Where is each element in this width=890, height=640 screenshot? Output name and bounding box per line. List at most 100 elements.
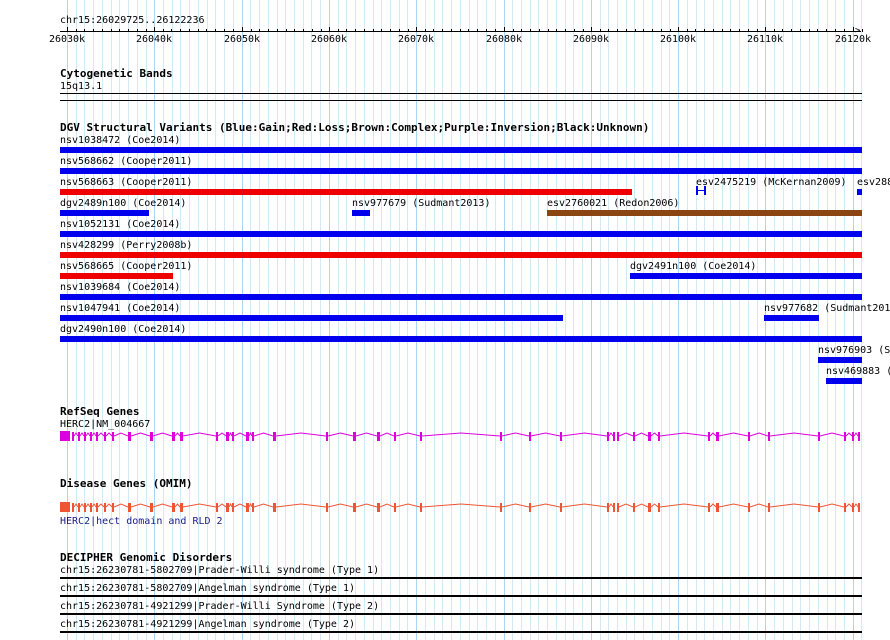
dgv-feature-bar[interactable] xyxy=(352,210,370,216)
gene-exon[interactable] xyxy=(716,502,719,512)
gene-exon[interactable] xyxy=(150,431,153,441)
dgv-feature-bar[interactable] xyxy=(826,378,862,384)
gene-exon[interactable] xyxy=(768,431,770,441)
gene-exon[interactable] xyxy=(818,502,820,512)
dgv-feature-bar[interactable] xyxy=(60,210,149,216)
gene-exon[interactable] xyxy=(613,502,615,512)
gene-exon[interactable] xyxy=(128,431,131,441)
gene-exon[interactable] xyxy=(353,431,356,441)
dgv-feature-label[interactable]: dgv2490n100 (Coe2014) xyxy=(60,324,186,335)
gene-exon[interactable] xyxy=(232,431,234,441)
decipher-item-label[interactable]: chr15:26230781-5802709|Prader-Willi synd… xyxy=(60,565,379,576)
dgv-feature-label[interactable]: nsv977682 (Sudmant201 xyxy=(764,303,890,314)
gene-exon[interactable] xyxy=(500,431,502,441)
gene-exon[interactable] xyxy=(377,431,380,441)
refseq-gene-model[interactable] xyxy=(0,428,890,444)
gene-exon[interactable] xyxy=(150,502,153,512)
dgv-feature-label[interactable]: esv2475219 (McKernan2009) xyxy=(696,177,847,188)
gene-exon[interactable] xyxy=(420,431,422,441)
decipher-item-label[interactable]: chr15:26230781-5802709|Angelman syndrome… xyxy=(60,583,355,594)
dgv-feature-bar[interactable] xyxy=(60,294,862,300)
gene-exon[interactable] xyxy=(633,431,635,441)
gene-exon[interactable] xyxy=(72,431,74,441)
gene-exon[interactable] xyxy=(246,431,249,441)
gene-exon[interactable] xyxy=(273,431,276,441)
gene-exon[interactable] xyxy=(172,502,175,512)
gene-exon[interactable] xyxy=(326,431,328,441)
gene-exon[interactable] xyxy=(112,431,114,441)
gene-exon[interactable] xyxy=(648,502,651,512)
gene-exon[interactable] xyxy=(617,431,619,441)
gene-exon[interactable] xyxy=(607,502,609,512)
dgv-feature-bar[interactable] xyxy=(60,168,862,174)
dgv-feature-label[interactable]: nsv976903 (S xyxy=(818,345,890,356)
dgv-feature-bar[interactable] xyxy=(60,189,632,195)
gene-exon[interactable] xyxy=(72,502,74,512)
gene-exon[interactable] xyxy=(529,431,531,441)
gene-exon[interactable] xyxy=(60,431,70,441)
gene-exon[interactable] xyxy=(172,431,175,441)
decipher-item-bar[interactable] xyxy=(60,631,862,633)
dgv-feature-label[interactable]: nsv568662 (Cooper2011) xyxy=(60,156,192,167)
gene-exon[interactable] xyxy=(658,431,660,441)
gene-exon[interactable] xyxy=(858,431,860,441)
gene-exon[interactable] xyxy=(613,431,615,441)
dgv-feature-label[interactable]: nsv1039684 (Coe2014) xyxy=(60,282,180,293)
gene-exon[interactable] xyxy=(96,502,98,512)
gene-exon[interactable] xyxy=(84,431,86,441)
gene-exon[interactable] xyxy=(377,502,380,512)
gene-exon[interactable] xyxy=(180,502,183,512)
gene-exon[interactable] xyxy=(633,502,635,512)
gene-exon[interactable] xyxy=(78,502,80,512)
gene-exon[interactable] xyxy=(529,502,531,512)
gene-exon[interactable] xyxy=(607,431,609,441)
gene-exon[interactable] xyxy=(716,431,719,441)
gene-exon[interactable] xyxy=(394,431,396,441)
gene-exon[interactable] xyxy=(226,502,229,512)
dgv-feature-bar[interactable] xyxy=(60,252,862,258)
cytoband-label[interactable]: 15q13.1 xyxy=(60,81,102,92)
gene-exon[interactable] xyxy=(560,502,562,512)
gene-exon[interactable] xyxy=(180,431,183,441)
dgv-feature-label[interactable]: nsv428299 (Perry2008b) xyxy=(60,240,192,251)
dgv-feature-label[interactable]: esv2760021 (Redon2006) xyxy=(547,198,679,209)
gene-exon[interactable] xyxy=(748,502,750,512)
gene-exon[interactable] xyxy=(252,431,254,441)
gene-exon[interactable] xyxy=(648,431,651,441)
gene-exon[interactable] xyxy=(216,431,218,441)
gene-exon[interactable] xyxy=(708,431,710,441)
gene-exon[interactable] xyxy=(617,502,619,512)
gene-exon[interactable] xyxy=(353,502,356,512)
dgv-feature-bar[interactable] xyxy=(630,273,862,279)
omim-gene-label[interactable]: HERC2|hect domain and RLD 2 xyxy=(60,516,223,527)
gene-exon[interactable] xyxy=(112,502,114,512)
dgv-feature-label[interactable]: nsv1038472 (Coe2014) xyxy=(60,135,180,146)
gene-exon[interactable] xyxy=(852,502,854,512)
dgv-feature-label[interactable]: nsv568665 (Cooper2011) xyxy=(60,261,192,272)
gene-exon[interactable] xyxy=(394,502,396,512)
decipher-item-bar[interactable] xyxy=(60,595,862,597)
gene-exon[interactable] xyxy=(748,431,750,441)
dgv-feature-label[interactable]: nsv977679 (Sudmant2013) xyxy=(352,198,490,209)
gene-exon[interactable] xyxy=(246,502,249,512)
gene-exon[interactable] xyxy=(658,502,660,512)
dgv-feature-bracket[interactable] xyxy=(696,186,706,195)
gene-exon[interactable] xyxy=(232,502,234,512)
gene-exon[interactable] xyxy=(768,502,770,512)
dgv-feature-bar[interactable] xyxy=(60,315,563,321)
gene-exon[interactable] xyxy=(90,431,92,441)
gene-exon[interactable] xyxy=(226,431,229,441)
gene-exon[interactable] xyxy=(60,502,70,512)
gene-exon[interactable] xyxy=(852,431,854,441)
gene-exon[interactable] xyxy=(326,502,328,512)
dgv-feature-label[interactable]: nsv469883 ( xyxy=(826,366,890,377)
decipher-item-bar[interactable] xyxy=(60,613,862,615)
gene-exon[interactable] xyxy=(273,502,276,512)
gene-exon[interactable] xyxy=(90,502,92,512)
omim-gene-model[interactable] xyxy=(0,499,890,515)
dgv-feature-bar[interactable] xyxy=(60,336,862,342)
gene-exon[interactable] xyxy=(216,502,218,512)
dgv-feature-label[interactable]: nsv1047941 (Coe2014) xyxy=(60,303,180,314)
dgv-feature-bar[interactable] xyxy=(764,315,819,321)
decipher-item-bar[interactable] xyxy=(60,577,862,579)
